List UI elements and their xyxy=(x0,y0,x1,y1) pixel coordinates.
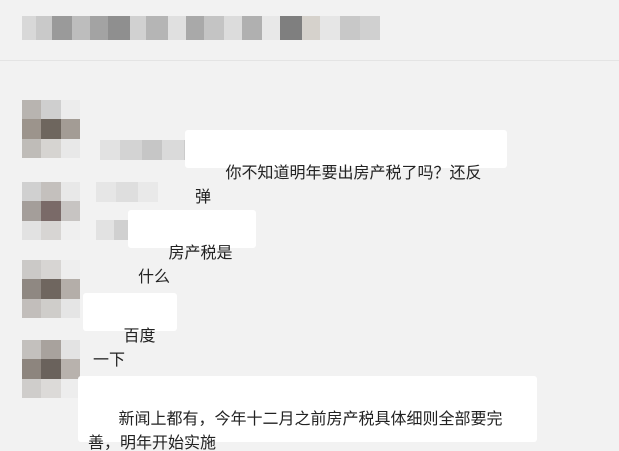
header-divider xyxy=(0,60,619,61)
sender-name-redacted-line2 xyxy=(96,220,130,240)
message-text: 百度一下 xyxy=(93,326,156,369)
chat-title-redacted xyxy=(22,16,402,40)
message-bubble[interactable]: 房产税是什么 xyxy=(128,210,256,286)
chat-header xyxy=(0,0,619,60)
message-text: 新闻上都有，今年十二月之前房产税具体细则全部要完 善，明年开始实施 xyxy=(88,409,503,451)
avatar[interactable] xyxy=(22,340,80,398)
message-text: 你不知道明年要出房产税了吗？还反弹 xyxy=(195,163,482,206)
message-bubble[interactable]: 百度一下 xyxy=(83,293,177,369)
avatar[interactable] xyxy=(22,260,80,318)
message-bubble[interactable]: 新闻上都有，今年十二月之前房产税具体细则全部要完 善，明年开始实施 xyxy=(78,376,537,451)
chat-window: 你不知道明年要出房产税了吗？还反弹 房产税是什么 百度一下 新闻上都有，今年十二… xyxy=(0,0,619,451)
avatar[interactable] xyxy=(22,100,80,158)
sender-name-redacted xyxy=(96,182,158,202)
message-bubble[interactable]: 你不知道明年要出房产税了吗？还反弹 xyxy=(185,130,507,206)
avatar[interactable] xyxy=(22,182,80,240)
message-text: 房产税是什么 xyxy=(138,243,233,286)
